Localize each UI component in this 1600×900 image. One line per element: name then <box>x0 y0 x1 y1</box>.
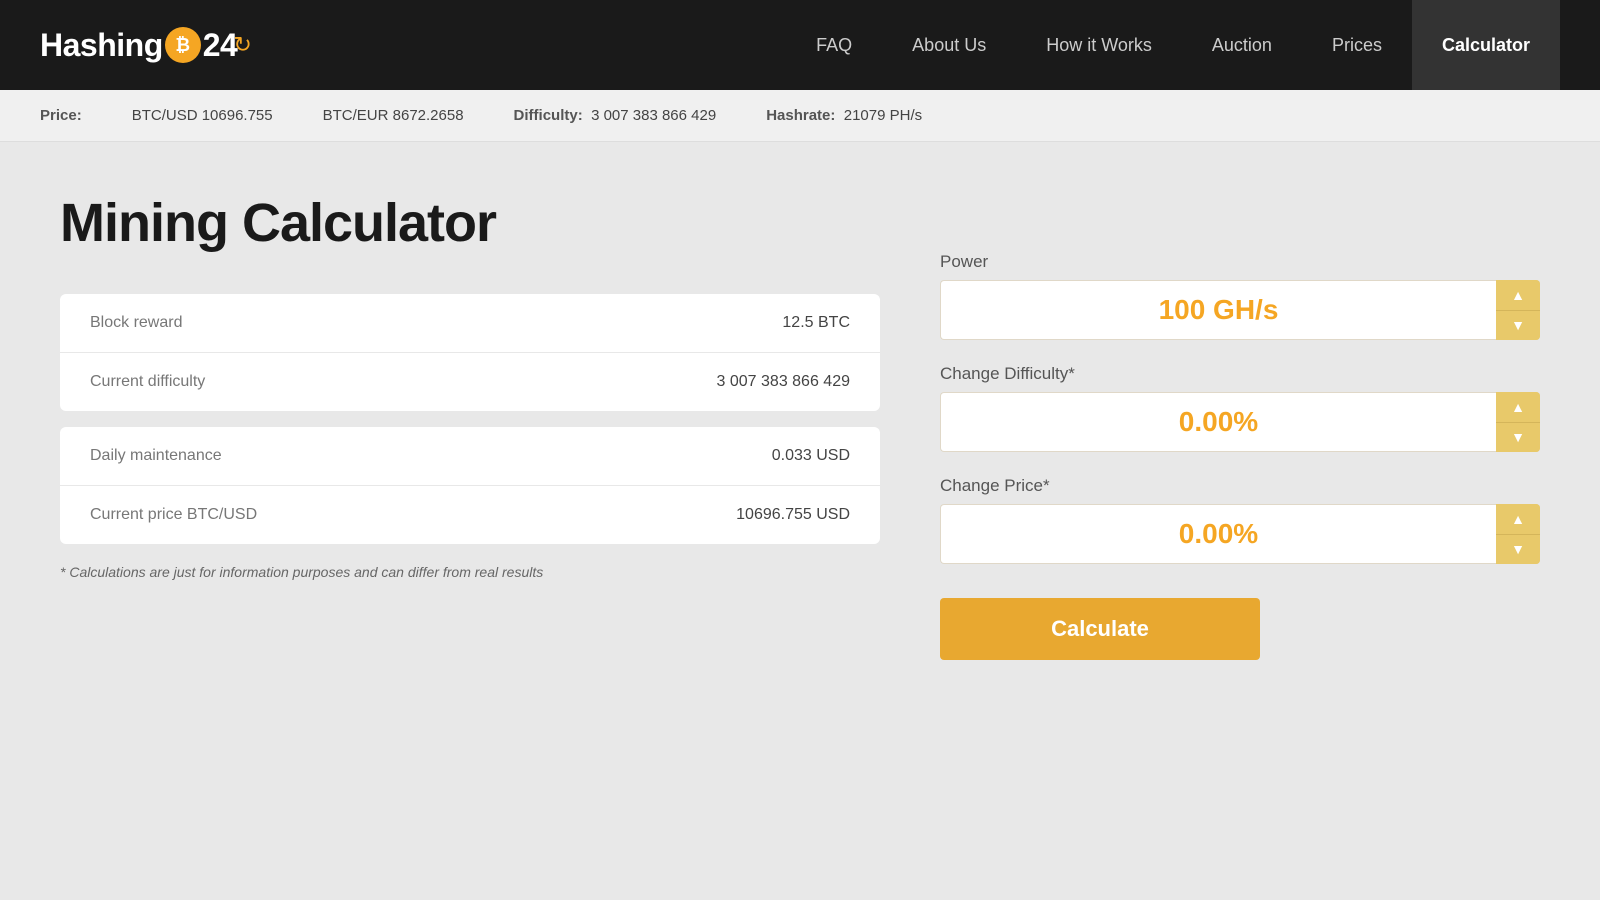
left-column: Mining Calculator Block reward 12.5 BTC … <box>60 192 880 660</box>
info-card-2: Daily maintenance 0.033 USD Current pric… <box>60 427 880 544</box>
info-card-1: Block reward 12.5 BTC Current difficulty… <box>60 294 880 411</box>
power-spinner[interactable]: ▲ ▼ <box>1496 280 1540 340</box>
power-input-row: 100 GH/s ▲ ▼ <box>940 280 1540 340</box>
current-price-row: Current price BTC/USD 10696.755 USD <box>60 486 880 544</box>
main-nav: FAQ About Us How it Works Auction Prices… <box>786 0 1560 90</box>
btc-eur-value: BTC/EUR 8672.2658 <box>323 107 464 124</box>
ticker-bar: Price: BTC/USD 10696.755 BTC/EUR 8672.26… <box>0 90 1600 142</box>
difficulty-input[interactable]: 0.00% <box>940 392 1496 452</box>
price-input[interactable]: 0.00% <box>940 504 1496 564</box>
current-difficulty-value: 3 007 383 866 429 <box>717 373 850 391</box>
daily-maintenance-row: Daily maintenance 0.033 USD <box>60 427 880 486</box>
hashrate-label: Hashrate: <box>766 107 835 124</box>
block-reward-row: Block reward 12.5 BTC <box>60 294 880 353</box>
price-spinner-down[interactable]: ▼ <box>1496 535 1540 565</box>
main-content: Mining Calculator Block reward 12.5 BTC … <box>0 142 1600 700</box>
logo-text-2: 24 <box>203 27 238 64</box>
difficulty-spinner-down[interactable]: ▼ <box>1496 423 1540 453</box>
logo-arrow-icon: ↻ <box>233 32 251 58</box>
current-difficulty-label: Current difficulty <box>90 373 717 391</box>
logo: Hashing 24 ↻ <box>40 27 252 64</box>
price-input-row: 0.00% ▲ ▼ <box>940 504 1540 564</box>
price-spinner-up[interactable]: ▲ <box>1496 504 1540 535</box>
difficulty-spinner-up[interactable]: ▲ <box>1496 392 1540 423</box>
daily-maintenance-value: 0.033 USD <box>772 447 850 465</box>
difficulty-ticker-value: 3 007 383 866 429 <box>591 107 716 124</box>
current-price-value: 10696.755 USD <box>736 506 850 524</box>
nav-faq[interactable]: FAQ <box>786 0 882 90</box>
nav-how-it-works[interactable]: How it Works <box>1016 0 1182 90</box>
block-reward-value: 12.5 BTC <box>782 314 850 332</box>
logo-bitcoin-icon <box>165 27 201 63</box>
nav-calculator[interactable]: Calculator <box>1412 0 1560 90</box>
change-price-label: Change Price* <box>940 476 1540 496</box>
right-column: Power 100 GH/s ▲ ▼ Change Difficulty* 0.… <box>940 192 1540 660</box>
difficulty-spinner[interactable]: ▲ ▼ <box>1496 392 1540 452</box>
power-spinner-down[interactable]: ▼ <box>1496 311 1540 341</box>
price-spinner[interactable]: ▲ ▼ <box>1496 504 1540 564</box>
nav-auction[interactable]: Auction <box>1182 0 1302 90</box>
price-input-value: 0.00% <box>1179 518 1258 550</box>
difficulty-field-group: Change Difficulty* 0.00% ▲ ▼ <box>940 364 1540 452</box>
btc-usd-value: BTC/USD 10696.755 <box>132 107 273 124</box>
header: Hashing 24 ↻ FAQ About Us How it Works A… <box>0 0 1600 90</box>
price-label: Price: <box>40 107 82 124</box>
footnote: * Calculations are just for information … <box>60 564 880 580</box>
current-difficulty-row: Current difficulty 3 007 383 866 429 <box>60 353 880 411</box>
hashrate-ticker: Hashrate: 21079 PH/s <box>766 107 922 124</box>
difficulty-input-value: 0.00% <box>1179 406 1258 438</box>
current-price-label: Current price BTC/USD <box>90 506 736 524</box>
change-difficulty-label: Change Difficulty* <box>940 364 1540 384</box>
price-field-group: Change Price* 0.00% ▲ ▼ <box>940 476 1540 564</box>
page-title: Mining Calculator <box>60 192 880 254</box>
hashrate-ticker-value: 21079 PH/s <box>844 107 922 124</box>
daily-maintenance-label: Daily maintenance <box>90 447 772 465</box>
power-spinner-up[interactable]: ▲ <box>1496 280 1540 311</box>
block-reward-label: Block reward <box>90 314 782 332</box>
power-label: Power <box>940 252 1540 272</box>
logo-text-1: Hashing <box>40 27 163 64</box>
difficulty-label: Difficulty: <box>514 107 583 124</box>
difficulty-input-row: 0.00% ▲ ▼ <box>940 392 1540 452</box>
power-input[interactable]: 100 GH/s <box>940 280 1496 340</box>
calculate-button[interactable]: Calculate <box>940 598 1260 660</box>
power-input-value: 100 GH/s <box>1159 294 1279 326</box>
nav-prices[interactable]: Prices <box>1302 0 1412 90</box>
difficulty-ticker: Difficulty: 3 007 383 866 429 <box>514 107 717 124</box>
nav-about[interactable]: About Us <box>882 0 1016 90</box>
power-field-group: Power 100 GH/s ▲ ▼ <box>940 252 1540 340</box>
